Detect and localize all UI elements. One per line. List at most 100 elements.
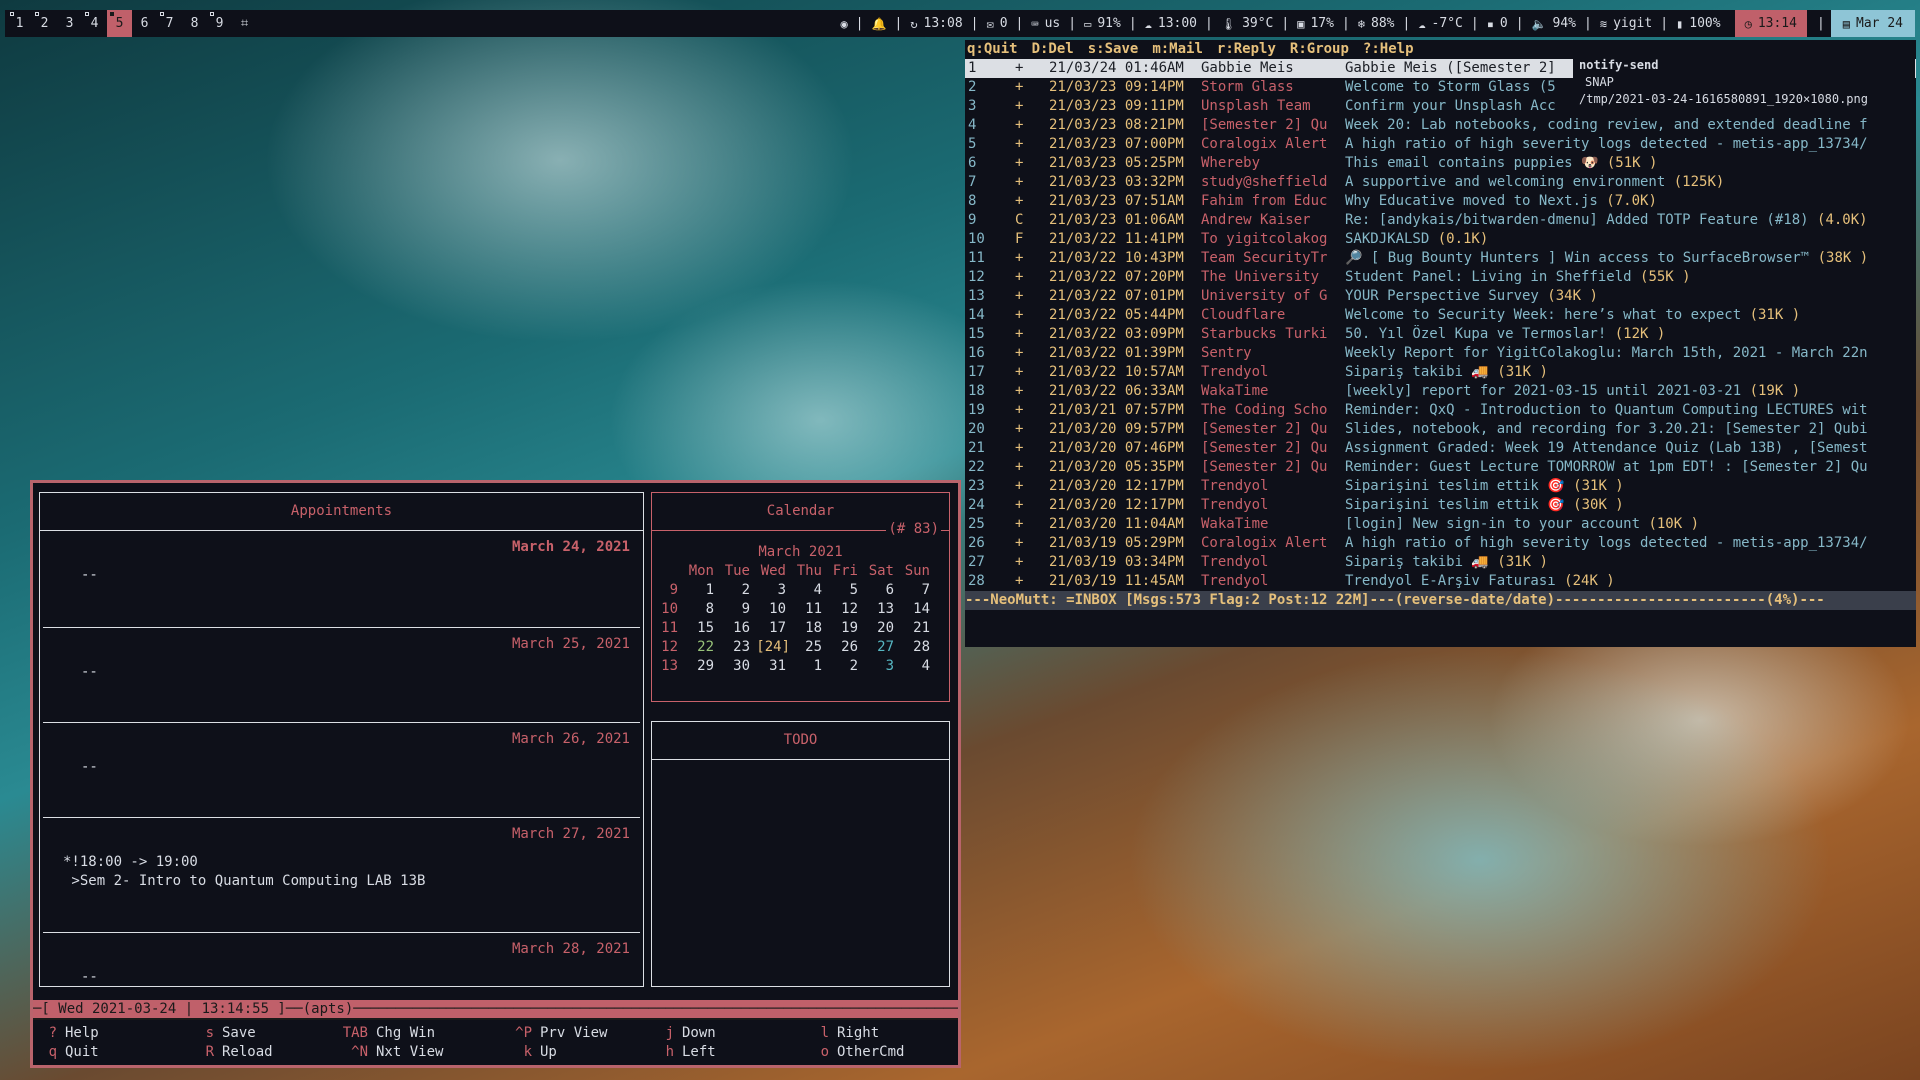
calendar-day[interactable]: 3 — [756, 581, 792, 600]
calendar-grid[interactable]: Mon Tue Wed Thu Fri Sat Sun 9 1 2 3 4 5 6 7 10 8 9 10 11 12 1… — [654, 562, 949, 676]
message-row[interactable]: 6 +21/03/23 05:25PM Whereby This email cont… — [965, 154, 1916, 173]
calendar-day[interactable]: 4 — [792, 581, 828, 600]
calendar-day[interactable]: 23 — [720, 638, 756, 657]
calendar-day[interactable]: 21 — [900, 619, 936, 638]
calendar-day[interactable]: 26 — [828, 638, 864, 657]
day-events[interactable]: -- — [81, 758, 98, 777]
day-events[interactable]: -- — [81, 566, 98, 585]
message-row[interactable]: 22 +21/03/20 05:35PM [Semester 2] Qu Remind… — [965, 458, 1916, 477]
calendar-day[interactable]: 13 — [864, 600, 900, 619]
message-row[interactable]: 11 +21/03/22 10:43PM Team SecurityTr 🔎 [ Bu… — [965, 249, 1916, 268]
workspace-6[interactable]: 6 — [132, 10, 157, 37]
message-row[interactable]: 23 +21/03/20 12:17PM Trendyol Siparişini te… — [965, 477, 1916, 496]
calendar-pane[interactable]: Calendar (# 83) March 2021 Mon Tue Wed Thu F… — [651, 492, 950, 702]
appointment-day[interactable]: March 28, 2021 -- — [43, 933, 640, 997]
workspace-8[interactable]: 8 — [182, 10, 207, 37]
calendar-day[interactable]: 29 — [684, 657, 720, 676]
status-module[interactable]: ☁ 13:00 — [1139, 10, 1203, 37]
workspace-2[interactable]: 2 — [32, 10, 57, 37]
message-row[interactable]: 9 C 21/03/23 01:06AM Andrew Kaiser Re: [andy… — [965, 211, 1916, 230]
workspace-1[interactable]: 1 — [7, 10, 32, 37]
message-row[interactable]: 8 +21/03/23 07:51AM Fahim from Educ Why Edu… — [965, 192, 1916, 211]
calendar-day[interactable]: 31 — [756, 657, 792, 676]
message-row[interactable]: 17 +21/03/22 10:57AM Trendyol Sipariş takib… — [965, 363, 1916, 382]
status-module[interactable]: 🔔 — [866, 10, 893, 37]
message-row[interactable]: 19 +21/03/21 07:57PM The Coding Scho Remind… — [965, 401, 1916, 420]
clock-module[interactable]: ◷ 13:14 — [1734, 10, 1807, 37]
message-row[interactable]: 24 +21/03/20 12:17PM Trendyol Siparişini te… — [965, 496, 1916, 515]
day-events[interactable]: *!18:00 -> 19:00 >Sem 2- Intro to Quantu… — [63, 853, 425, 891]
appointment-day[interactable]: March 27, 2021 *!18:00 -> 19:00 >Sem 2- I… — [43, 818, 640, 933]
calendar-day[interactable]: 10 — [756, 600, 792, 619]
calendar-day[interactable]: 15 — [684, 619, 720, 638]
calendar-day[interactable]: 19 — [828, 619, 864, 638]
workspace-5[interactable]: 5 — [107, 10, 132, 37]
appointment-day[interactable]: March 24, 2021 -- — [43, 531, 640, 628]
calendar-day[interactable]: 18 — [792, 619, 828, 638]
workspace-4[interactable]: 4 — [82, 10, 107, 37]
message-row[interactable]: 16 +21/03/22 01:39PM Sentry Weekly Report f… — [965, 344, 1916, 363]
notification-popup[interactable]: notify-send SNAP /tmp/2021-03-24-1616580… — [1573, 52, 1915, 114]
workspace-3[interactable]: 3 — [57, 10, 82, 37]
calendar-day[interactable]: 6 — [864, 581, 900, 600]
calendar-day[interactable]: 9 — [720, 600, 756, 619]
calendar-day[interactable]: 25 — [792, 638, 828, 657]
message-row[interactable]: 10 F 21/03/22 11:41PM To yigitcolakog SAKDJK… — [965, 230, 1916, 249]
status-module[interactable]: ❄ 88% — [1352, 10, 1401, 37]
status-module[interactable]: ▪ 0 — [1481, 10, 1514, 37]
status-module[interactable]: ⌨ us — [1025, 10, 1066, 37]
calendar-day[interactable]: 2 — [828, 657, 864, 676]
message-row[interactable]: 21 +21/03/20 07:46PM [Semester 2] Qu Assign… — [965, 439, 1916, 458]
message-row[interactable]: 15 +21/03/22 03:09PM Starbucks Turki 50. Yı… — [965, 325, 1916, 344]
calendar-day[interactable]: 3 — [864, 657, 900, 676]
status-module[interactable]: 🔈 94% — [1526, 10, 1582, 37]
date-module[interactable]: ▤ Mar 24 — [1830, 10, 1915, 37]
appointment-day[interactable]: March 26, 2021 -- — [43, 723, 640, 818]
status-module[interactable]: 🌡 39°C — [1215, 10, 1280, 37]
message-row[interactable]: 28 +21/03/19 11:45AM Trendyol Trendyol E-Ar… — [965, 572, 1916, 591]
day-events[interactable]: -- — [81, 663, 98, 682]
message-row[interactable]: 25 +21/03/20 11:04AM WakaTime [login] New s… — [965, 515, 1916, 534]
status-module[interactable]: ☁ -7°C — [1412, 10, 1469, 37]
calendar-day[interactable]: [24] — [756, 638, 792, 657]
message-row[interactable]: 14 +21/03/22 05:44PM Cloudflare Welcome to … — [965, 306, 1916, 325]
status-module[interactable]: ✉ 0 — [980, 10, 1013, 37]
calendar-day[interactable]: 1 — [792, 657, 828, 676]
calendar-day[interactable]: 17 — [756, 619, 792, 638]
calendar-day[interactable]: 4 — [900, 657, 936, 676]
calendar-day[interactable]: 1 — [684, 581, 720, 600]
status-module[interactable]: ▭ 91% — [1078, 10, 1127, 37]
message-row[interactable]: 18 +21/03/22 06:33AM WakaTime [weekly] repo… — [965, 382, 1916, 401]
appointments-pane[interactable]: Appointments March 24, 2021 -- March 25, 2… — [39, 492, 644, 987]
status-module[interactable]: ▮ 100% — [1670, 10, 1727, 37]
workspace-7[interactable]: 7 — [157, 10, 182, 37]
calendar-day[interactable]: 22 — [684, 638, 720, 657]
todo-pane[interactable]: TODO — [651, 721, 950, 987]
status-module[interactable]: ≋ yigit — [1594, 10, 1658, 37]
status-module[interactable]: ◉ — [834, 10, 853, 37]
calendar-day[interactable]: 16 — [720, 619, 756, 638]
calendar-day[interactable]: 14 — [900, 600, 936, 619]
calendar-day[interactable]: 30 — [720, 657, 756, 676]
calendar-day[interactable]: 11 — [792, 600, 828, 619]
day-events[interactable]: -- — [81, 968, 98, 987]
status-module[interactable]: ▣ 17% — [1291, 10, 1340, 37]
calendar-day[interactable]: 12 — [828, 600, 864, 619]
appointment-day[interactable]: March 25, 2021 -- — [43, 628, 640, 723]
calendar-day[interactable]: 7 — [900, 581, 936, 600]
message-list[interactable]: 1 +21/03/24 01:46AM Gabbie Meis Gabbie Meis… — [965, 59, 1916, 591]
calendar-day[interactable]: 28 — [900, 638, 936, 657]
message-row[interactable]: 4 +21/03/23 08:21PM [Semester 2] Qu Week 20… — [965, 116, 1916, 135]
calendar-day[interactable]: 5 — [828, 581, 864, 600]
calendar-day[interactable]: 20 — [864, 619, 900, 638]
message-row[interactable]: 12 +21/03/22 07:20PM The University Student… — [965, 268, 1916, 287]
layout-icon[interactable]: ⌗ — [232, 10, 257, 37]
neomutt-window[interactable]: q:Quit D:Del s:Save m:Mail r:Reply R:Group ?:H… — [965, 40, 1916, 647]
message-row[interactable]: 5 +21/03/23 07:00PM Coralogix Alert A high … — [965, 135, 1916, 154]
message-row[interactable]: 20 +21/03/20 09:57PM [Semester 2] Qu Slides… — [965, 420, 1916, 439]
message-row[interactable]: 13 +21/03/22 07:01PM University of G YOUR P… — [965, 287, 1916, 306]
message-row[interactable]: 26 +21/03/19 05:29PM Coralogix Alert A high… — [965, 534, 1916, 553]
calendar-day[interactable]: 2 — [720, 581, 756, 600]
calendar-day[interactable]: 8 — [684, 600, 720, 619]
workspace-9[interactable]: 9 — [207, 10, 232, 37]
